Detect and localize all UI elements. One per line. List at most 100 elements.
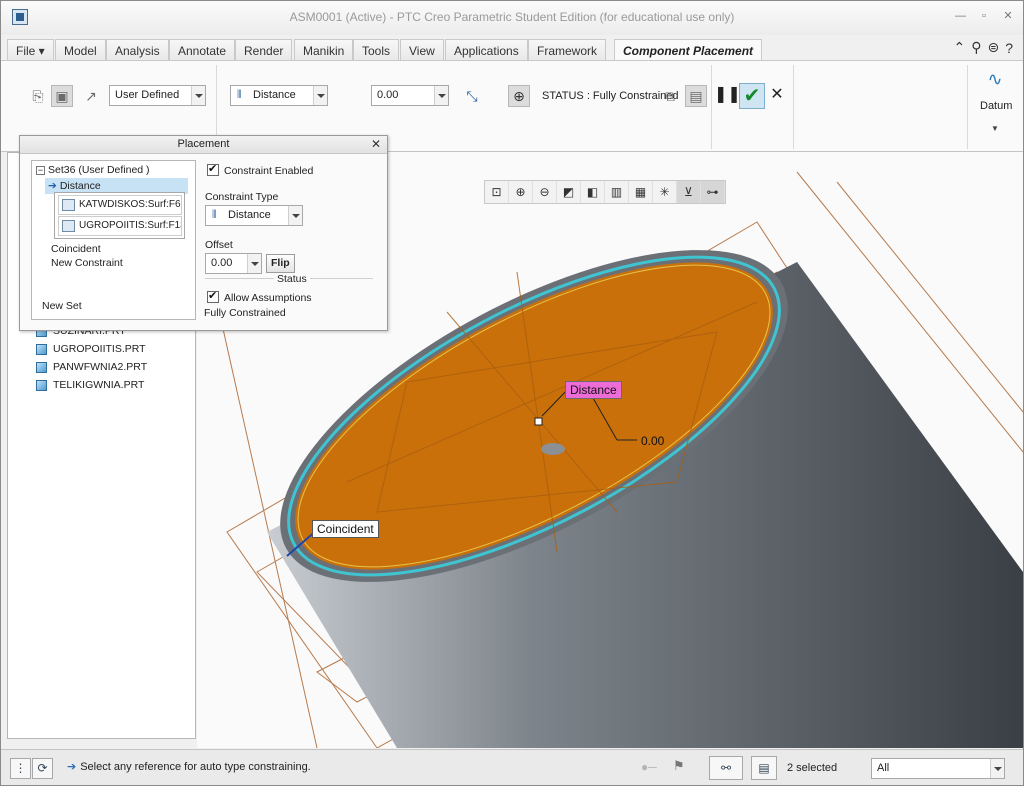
- reference-item[interactable]: UGROPOIITIS:Surf:F13(E: [58, 216, 182, 236]
- search-icon[interactable]: ⚲: [971, 39, 981, 56]
- navigator-toggle-icon[interactable]: ⋮: [10, 758, 31, 779]
- pause-icon[interactable]: ❚❚: [714, 83, 741, 109]
- distance-constraint-icon: ⫴: [212, 209, 217, 221]
- drag-handle[interactable]: [534, 417, 543, 426]
- chevron-down-icon: [247, 254, 261, 273]
- zoom-out-icon[interactable]: ⊖: [533, 181, 557, 203]
- distance-constraint-label[interactable]: Distance: [565, 381, 622, 399]
- close-window-icon[interactable]: ✕: [1003, 11, 1013, 22]
- tab-view[interactable]: View: [400, 39, 444, 61]
- find-binoculars-icon[interactable]: ⚯: [709, 756, 743, 780]
- coincident-constraint-label[interactable]: Coincident: [312, 520, 379, 538]
- quick-icons: ⌃ ⚲ ⊜ ?: [953, 39, 1013, 56]
- flip-button[interactable]: Flip: [266, 254, 295, 273]
- dialog-constraint-type-dropdown[interactable]: ⫴ Distance: [205, 205, 303, 226]
- set-type-dropdown[interactable]: User Defined: [109, 85, 206, 106]
- edit-placement-icon[interactable]: ⎘: [27, 85, 49, 107]
- maximize-icon[interactable]: ▫: [979, 11, 989, 22]
- new-constraint-item[interactable]: New Constraint: [51, 257, 123, 269]
- minimize-icon[interactable]: —: [955, 11, 966, 22]
- reference-item[interactable]: KATWDISKOS:Surf:F6(P: [58, 195, 182, 215]
- placement-status: STATUS : Fully Constrained: [542, 90, 679, 102]
- saved-orientations-icon[interactable]: ▥: [605, 181, 629, 203]
- regen-status-icon: ●─: [641, 760, 657, 774]
- placement-mode-icon[interactable]: ▣: [51, 85, 73, 107]
- ribbon-separator: [793, 65, 794, 149]
- constraint-type-value: Distance: [253, 89, 296, 101]
- tab-analysis[interactable]: Analysis: [106, 39, 169, 61]
- collapse-icon[interactable]: −: [36, 166, 45, 175]
- datum-label[interactable]: Datum: [980, 100, 1012, 112]
- tab-manikin[interactable]: Manikin: [294, 39, 354, 61]
- allow-assumptions-checkbox[interactable]: Allow Assumptions: [207, 289, 312, 304]
- mechanism-icon[interactable]: ↗: [80, 85, 102, 107]
- help-icon[interactable]: ?: [1005, 40, 1013, 56]
- set-name: Set36 (User Defined ): [48, 164, 150, 176]
- constraint-type-label: Constraint Type: [205, 191, 279, 203]
- repaint-icon[interactable]: ◩: [557, 181, 581, 203]
- cancel-x-icon[interactable]: ✕: [764, 83, 790, 109]
- ok-checkmark-icon[interactable]: ✔: [739, 83, 765, 109]
- message-arrow-icon: ➔: [67, 761, 77, 773]
- tab-annotate[interactable]: Annotate: [169, 39, 236, 61]
- view-manager-icon[interactable]: ▦: [629, 181, 653, 203]
- constraint-enabled-checkbox[interactable]: Constraint Enabled: [207, 162, 314, 177]
- separate-window-icon[interactable]: ⧉: [660, 85, 680, 105]
- dialog-offset-value: 0.00: [211, 257, 233, 269]
- offset-dimension-label[interactable]: 0.00: [637, 433, 668, 449]
- constraint-item[interactable]: Coincident: [51, 243, 101, 255]
- tab-model[interactable]: Model: [55, 39, 106, 61]
- tab-tools[interactable]: Tools: [353, 39, 400, 61]
- surface-ref-icon: [62, 220, 75, 232]
- browser-toggle-icon[interactable]: ⟳: [32, 758, 53, 779]
- datum-display-icon[interactable]: ✳: [653, 181, 677, 203]
- datum-sine-icon[interactable]: ∿: [981, 69, 1009, 93]
- tree-item-label: UGROPOIITIS.PRT: [53, 343, 146, 355]
- tab-file[interactable]: File ▾: [7, 39, 54, 61]
- dialog-offset-field[interactable]: 0.00: [205, 253, 262, 274]
- center-hole: [541, 443, 565, 455]
- constraint-enabled-label: Constraint Enabled: [224, 165, 314, 177]
- spin-center-icon[interactable]: ⊶: [701, 181, 725, 203]
- window-controls: — ▫ ✕: [955, 11, 1013, 22]
- placement-dialog-title: Placement: [20, 136, 387, 154]
- collapse-ribbon-icon[interactable]: ⌃: [953, 39, 965, 56]
- set-node[interactable]: − Set36 (User Defined ): [36, 164, 150, 176]
- status-message: ➔ Select any reference for auto type cons…: [67, 760, 311, 773]
- dialog-status-value: Fully Constrained: [204, 307, 286, 319]
- community-icon[interactable]: ⊜: [987, 39, 999, 56]
- selected-constraint-label: Distance: [59, 180, 101, 192]
- offset-field[interactable]: 0.00: [371, 85, 449, 106]
- tab-applications[interactable]: Applications: [445, 39, 528, 61]
- close-icon[interactable]: ✕: [371, 137, 381, 151]
- selection-list-icon[interactable]: ▤: [751, 756, 777, 780]
- zoom-in-icon[interactable]: ⊕: [509, 181, 533, 203]
- flag-icon[interactable]: ⚑: [673, 758, 685, 774]
- selection-filter-value: All: [877, 762, 890, 774]
- datum-chevron-down-icon[interactable]: ▼: [991, 124, 999, 133]
- annotation-display-icon[interactable]: ⊻: [677, 181, 701, 203]
- new-set-item[interactable]: New Set: [42, 300, 82, 312]
- constraint-type-dropdown[interactable]: ⫴ Distance: [230, 85, 328, 106]
- ribbon-separator: [711, 65, 712, 149]
- tab-render[interactable]: Render: [235, 39, 293, 61]
- tree-item[interactable]: PANWFWNIA2.PRT: [36, 361, 147, 373]
- selection-filter-dropdown[interactable]: All: [871, 758, 1005, 779]
- part-icon: [36, 379, 47, 391]
- tab-framework[interactable]: Framework: [528, 39, 607, 61]
- surface-ref-icon: [62, 199, 75, 211]
- move-component-icon[interactable]: ⊕: [508, 85, 530, 107]
- checkbox-checked-icon: [207, 289, 219, 303]
- graphics-toolbar: ⊡ ⊕ ⊖ ◩ ◧ ▥ ▦ ✳ ⊻ ⊶: [484, 180, 726, 204]
- reference-collector[interactable]: KATWDISKOS:Surf:F6(P UGROPOIITIS:Surf:F1…: [54, 192, 185, 239]
- arrow-right-icon: ➔: [48, 180, 57, 192]
- checkbox-checked-icon: [207, 162, 219, 176]
- flip-direction-icon[interactable]: ⤡: [461, 85, 483, 107]
- chevron-down-icon: [288, 206, 302, 225]
- tree-item[interactable]: TELIKIGWNIA.PRT: [36, 379, 144, 391]
- display-style-icon[interactable]: ◧: [581, 181, 605, 203]
- refit-icon[interactable]: ⊡: [485, 181, 509, 203]
- reference-label: UGROPOIITIS:Surf:F13(E: [79, 220, 181, 231]
- tree-item[interactable]: UGROPOIITIS.PRT: [36, 343, 146, 355]
- assembly-window-icon[interactable]: ▤: [685, 85, 707, 107]
